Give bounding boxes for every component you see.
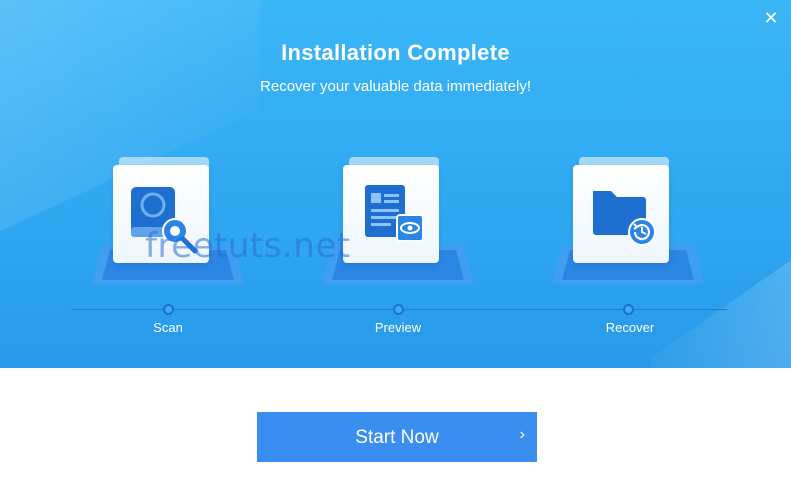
folder-restore-icon xyxy=(593,191,656,246)
step-dot-recover xyxy=(623,304,634,315)
step-preview xyxy=(318,155,478,295)
step-label-recover: Recover xyxy=(605,320,655,335)
start-now-button[interactable]: Start Now › xyxy=(257,412,537,462)
step-scan xyxy=(88,155,248,295)
step-card xyxy=(573,165,669,263)
step-dot-preview xyxy=(393,304,404,315)
document-preview-icon xyxy=(365,185,424,242)
start-now-label: Start Now xyxy=(355,427,439,448)
chevron-right-icon: › xyxy=(519,426,525,443)
step-dot-scan xyxy=(163,304,174,315)
page-title: Installation Complete xyxy=(281,40,510,65)
page-subtitle: Recover your valuable data immediately! xyxy=(260,78,531,95)
watermark-text: freetuts.net xyxy=(145,226,351,266)
step-card xyxy=(343,165,439,263)
step-label-preview: Preview xyxy=(374,320,422,335)
step-label-scan: Scan xyxy=(153,320,183,335)
close-button[interactable]: ✕ xyxy=(761,8,781,28)
close-icon: ✕ xyxy=(763,8,779,28)
step-recover xyxy=(548,155,708,295)
